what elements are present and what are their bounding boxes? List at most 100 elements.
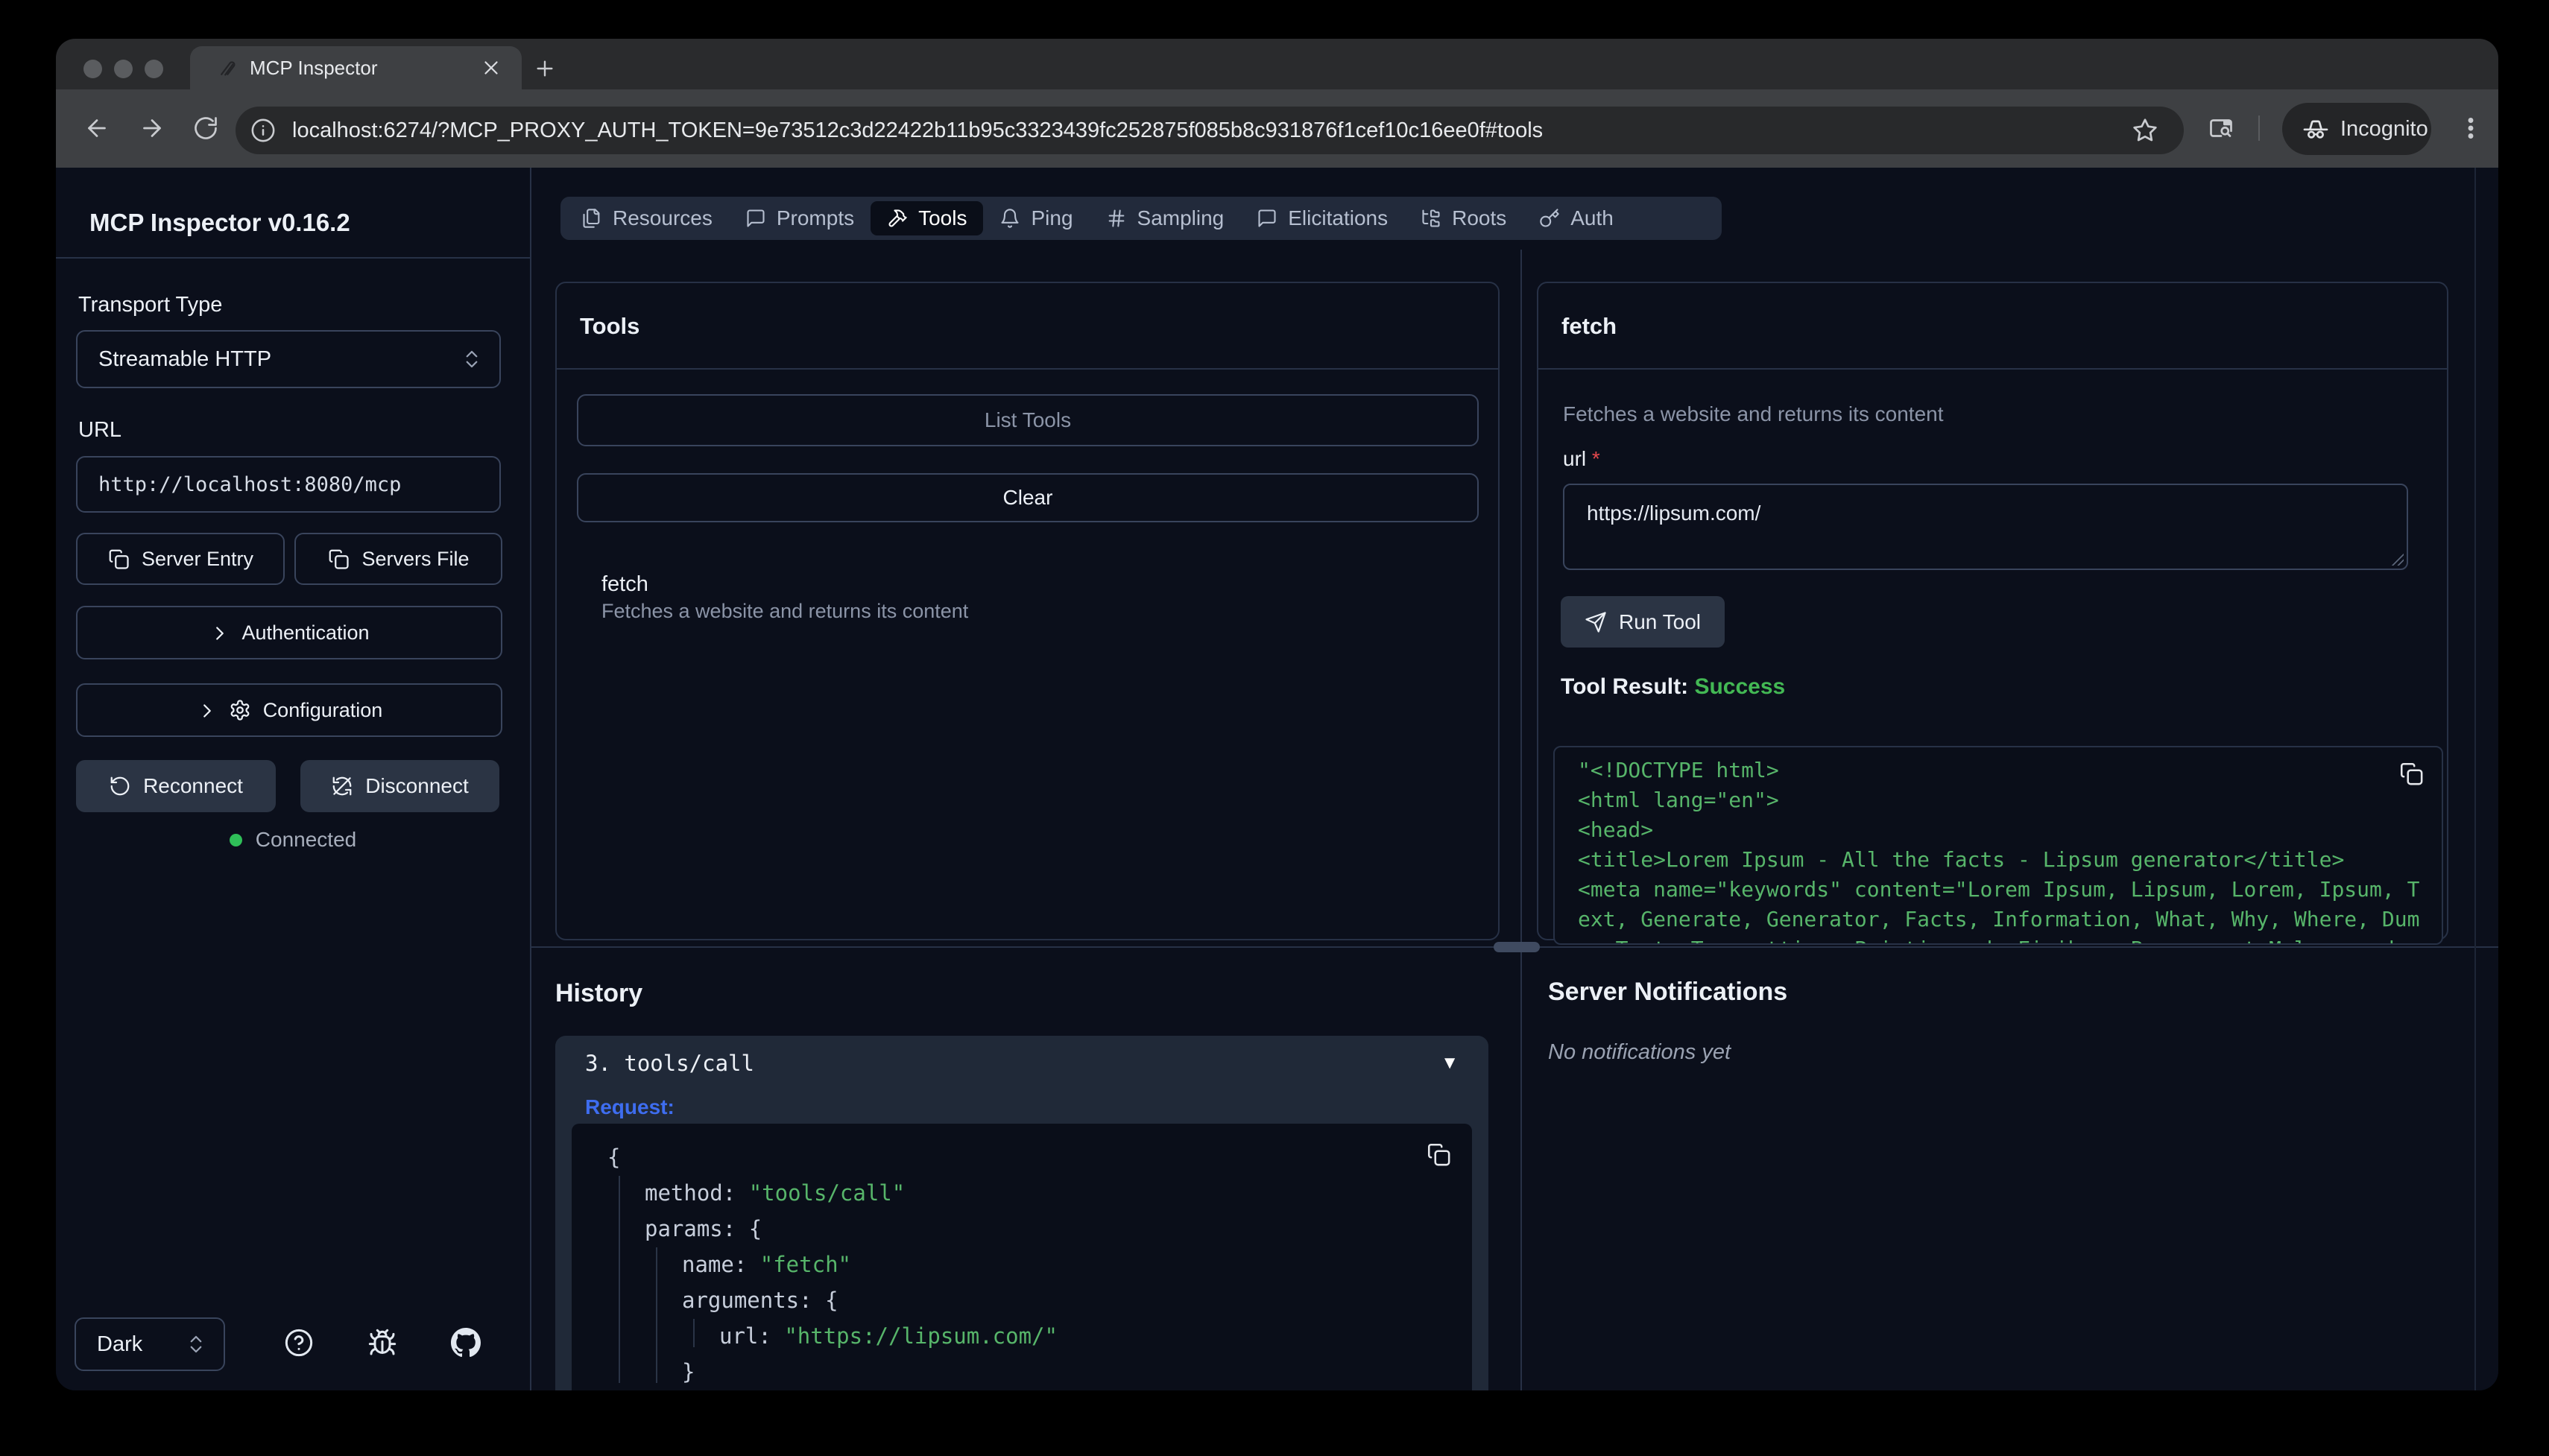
- tree-icon: [1421, 208, 1441, 229]
- traffic-light-close[interactable]: [83, 60, 102, 78]
- copy-icon: [107, 548, 130, 570]
- panel-divider: [1538, 368, 2447, 370]
- indent-guide: [656, 1247, 657, 1383]
- browser-tab[interactable]: MCP Inspector: [190, 46, 522, 89]
- tab-label: Roots: [1452, 206, 1506, 230]
- disconnect-button[interactable]: Disconnect: [300, 760, 499, 812]
- new-tab-button[interactable]: [533, 57, 557, 80]
- back-icon[interactable]: [83, 115, 110, 142]
- reload-icon[interactable]: [192, 115, 219, 142]
- tab-auth[interactable]: Auth: [1523, 201, 1630, 235]
- transport-type-select[interactable]: Streamable HTTP: [76, 330, 501, 388]
- traffic-light-minimize[interactable]: [114, 60, 133, 78]
- copy-icon[interactable]: [2398, 761, 2424, 786]
- request-json-line: name: "fetch": [682, 1252, 851, 1277]
- result-code-line: <head>: [1578, 817, 1653, 842]
- help-icon[interactable]: [284, 1328, 314, 1358]
- url-bar[interactable]: localhost:6274/?MCP_PROXY_AUTH_TOKEN=9e7…: [236, 107, 2184, 154]
- request-json-line: arguments: {: [682, 1288, 838, 1313]
- request-json-code[interactable]: {method: "tools/call"params: {name: "fet…: [572, 1124, 1472, 1390]
- column-splitter[interactable]: [1520, 250, 1522, 1390]
- forward-icon[interactable]: [139, 115, 165, 142]
- sidebar-divider: [56, 257, 530, 259]
- url-param-label: url *: [1563, 447, 1600, 471]
- browser-tab-title: MCP Inspector: [250, 57, 480, 80]
- tab-resources[interactable]: Resources: [565, 201, 729, 235]
- tab-label: Resources: [613, 206, 713, 230]
- tool-result-status: Success: [1694, 674, 1785, 699]
- indent-guide: [619, 1176, 620, 1383]
- server-entry-label: Server Entry: [142, 548, 253, 571]
- tab-search-icon[interactable]: [2208, 115, 2234, 142]
- required-marker: *: [1592, 447, 1600, 470]
- tab-close-icon[interactable]: [480, 57, 502, 79]
- configuration-label: Configuration: [263, 699, 383, 722]
- github-icon[interactable]: [451, 1328, 481, 1358]
- server-entry-button[interactable]: Server Entry: [76, 533, 285, 585]
- list-tools-button[interactable]: List Tools: [577, 394, 1479, 446]
- url-text[interactable]: localhost:6274/?MCP_PROXY_AUTH_TOKEN=9e7…: [292, 118, 2132, 143]
- url-param-input[interactable]: https://lipsum.com/: [1563, 484, 2408, 570]
- tab-label: Ping: [1031, 206, 1073, 230]
- browser-toolbar: localhost:6274/?MCP_PROXY_AUTH_TOKEN=9e7…: [56, 89, 2498, 168]
- tab-label: Auth: [1570, 206, 1614, 230]
- tab-sampling[interactable]: Sampling: [1090, 201, 1241, 235]
- server-url-input[interactable]: http://localhost:8080/mcp: [76, 456, 501, 513]
- send-icon: [1585, 611, 1607, 633]
- copy-icon[interactable]: [1426, 1142, 1451, 1167]
- traffic-light-zoom[interactable]: [145, 60, 163, 78]
- run-tool-button[interactable]: Run Tool: [1561, 596, 1725, 648]
- browser-tabstrip: MCP Inspector: [56, 39, 2498, 89]
- chevrons-up-down-icon: [461, 348, 483, 370]
- reconnect-label: Reconnect: [143, 774, 243, 798]
- result-code-line: <title>Lorem Ipsum - All the facts - Lip…: [1578, 847, 2344, 872]
- configuration-toggle[interactable]: Configuration: [76, 683, 502, 737]
- url-param-label-text: url: [1563, 447, 1586, 470]
- servers-file-button[interactable]: Servers File: [294, 533, 502, 585]
- refresh-off-icon: [331, 775, 353, 797]
- no-notifications-text: No notifications yet: [1548, 1040, 1731, 1065]
- request-json-line: params: {: [645, 1216, 762, 1241]
- tab-label: Elicitations: [1288, 206, 1388, 230]
- history-entry-header[interactable]: 3. tools/call ▼: [585, 1051, 1459, 1076]
- servers-file-label: Servers File: [361, 548, 469, 571]
- collapse-caret-icon[interactable]: ▼: [1441, 1053, 1459, 1074]
- bookmark-star-icon[interactable]: [2132, 117, 2158, 144]
- tab-label: Sampling: [1137, 206, 1225, 230]
- bug-icon[interactable]: [367, 1328, 397, 1358]
- incognito-badge: Incognito: [2282, 103, 2431, 155]
- result-code-line: <html lang="en">: [1578, 788, 1779, 812]
- history-entry-card: 3. tools/call ▼ Request: {method: "tools…: [555, 1036, 1488, 1390]
- site-info-icon[interactable]: [250, 118, 276, 143]
- copy-icon: [327, 548, 350, 570]
- incognito-icon: [2302, 115, 2330, 143]
- tab-roots[interactable]: Roots: [1404, 201, 1523, 235]
- key-icon: [1539, 208, 1560, 229]
- tool-item-description: Fetches a website and returns its conten…: [601, 600, 968, 623]
- url-label: URL: [78, 418, 121, 443]
- tab-ping[interactable]: Ping: [983, 201, 1089, 235]
- message-icon: [1257, 208, 1277, 229]
- tab-prompts[interactable]: Prompts: [729, 201, 871, 235]
- tools-panel-title: Tools: [580, 313, 639, 340]
- transport-type-label: Transport Type: [78, 293, 222, 317]
- reconnect-button[interactable]: Reconnect: [76, 760, 276, 812]
- chevron-right-icon: [209, 622, 230, 643]
- message-icon: [745, 208, 766, 229]
- resize-handle[interactable]: [2390, 552, 2404, 566]
- tab-label: Tools: [918, 206, 967, 230]
- tool-result-label: Tool Result:: [1561, 674, 1688, 699]
- result-code-line: ext, Generate, Generator, Facts, Informa…: [1578, 907, 2419, 931]
- tab-elicitations[interactable]: Elicitations: [1240, 201, 1404, 235]
- tool-detail-title: fetch: [1561, 313, 1617, 340]
- browser-menu-icon[interactable]: [2457, 115, 2484, 142]
- theme-select[interactable]: Dark: [75, 1317, 225, 1371]
- tool-item-name: fetch: [601, 572, 648, 597]
- splitter-handle[interactable]: [1494, 942, 1540, 952]
- rotate-ccw-icon: [109, 775, 131, 797]
- hash-icon: [1106, 208, 1127, 229]
- authentication-toggle[interactable]: Authentication: [76, 606, 502, 659]
- clear-tools-button[interactable]: Clear: [577, 473, 1479, 522]
- tab-tools[interactable]: Tools: [871, 201, 983, 235]
- tool-result-code[interactable]: "<!DOCTYPE html><html lang="en"><head><t…: [1553, 746, 2443, 945]
